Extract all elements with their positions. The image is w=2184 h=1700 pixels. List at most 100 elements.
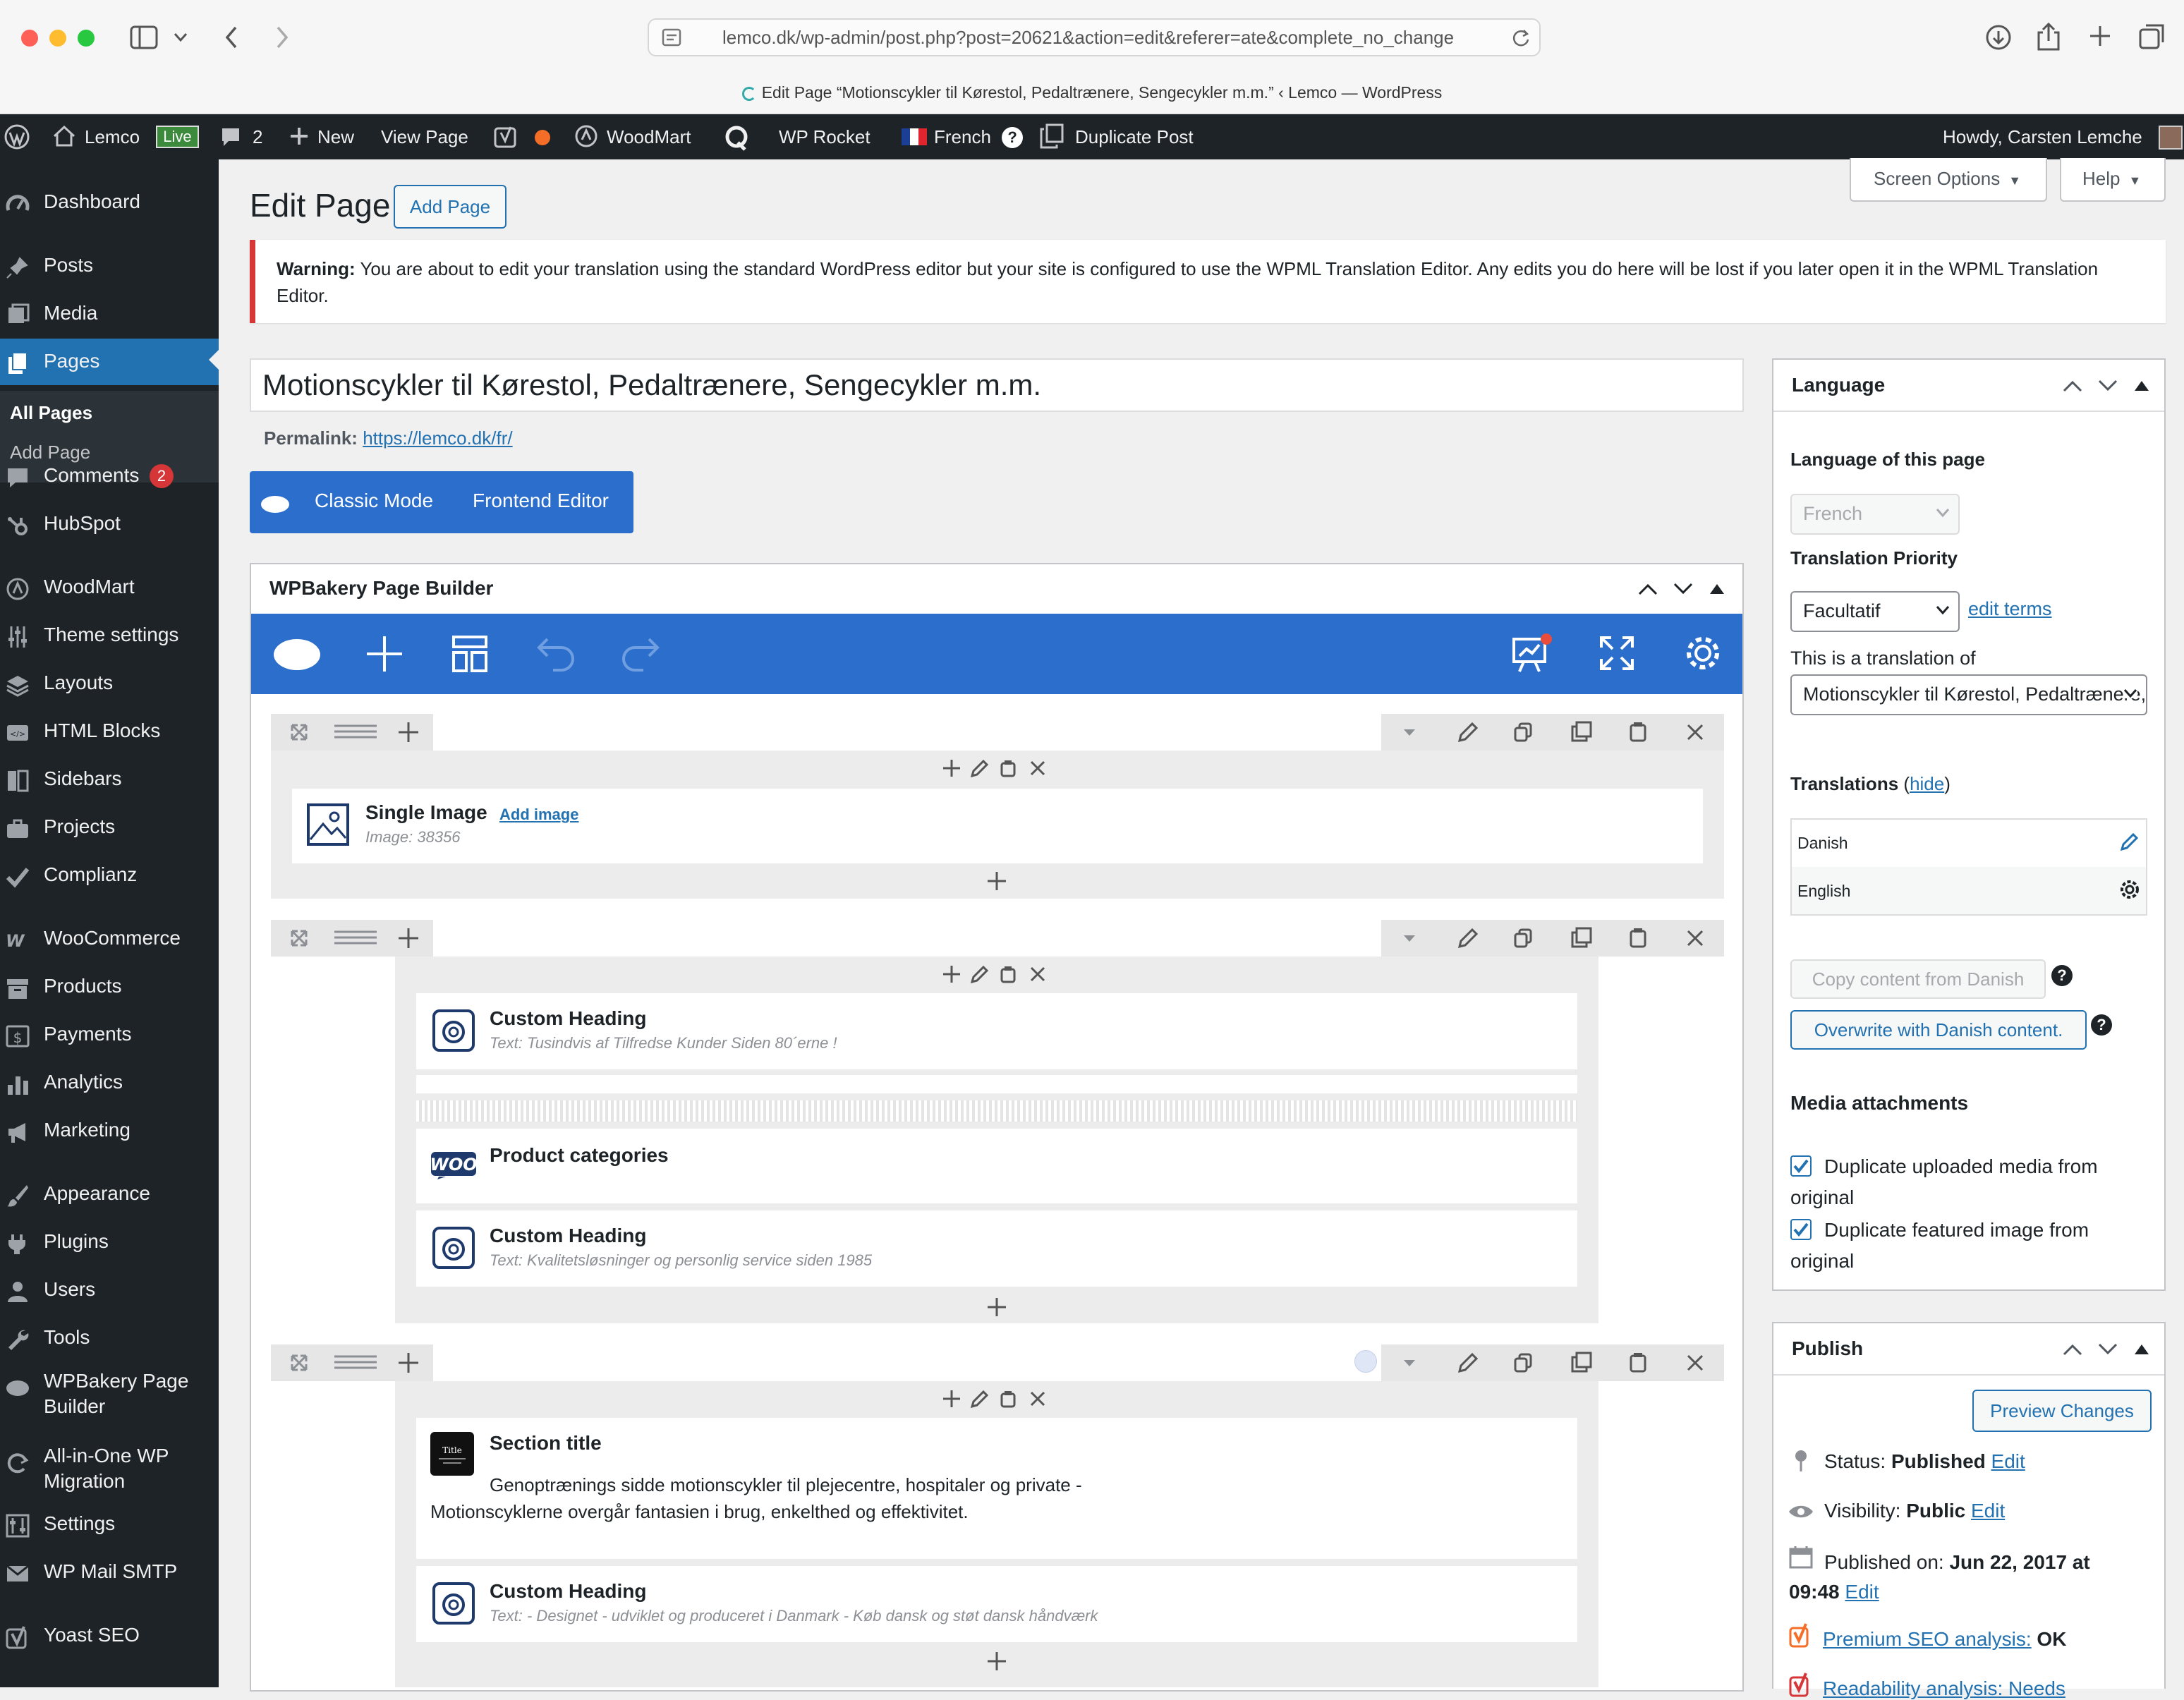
custom-heading-element[interactable]: Custom Heading Text: Tusindvis af Tilfre… (416, 993, 1577, 1069)
delete-row-icon[interactable] (1667, 1344, 1723, 1381)
custom-heading-element[interactable]: Custom Heading Text: - Designet - udvikl… (416, 1566, 1577, 1642)
language-select[interactable]: French (1790, 494, 1960, 535)
add-column-icon[interactable] (384, 1344, 440, 1381)
sidebar-item-wp-mail-smtp[interactable]: WP Mail SMTP (0, 1549, 219, 1596)
move-up-icon[interactable] (2063, 1343, 2082, 1356)
custom-heading-element[interactable]: Custom Heading Text: Kvalitetsløsninger … (416, 1210, 1577, 1287)
copy-row-icon[interactable] (1496, 714, 1552, 751)
seo-preview-icon[interactable] (1511, 632, 1553, 674)
copy-row-icon[interactable] (1496, 1344, 1552, 1381)
add-page-button[interactable]: Add Page (394, 185, 506, 229)
screen-options-button[interactable]: Screen Options ▼ (1850, 158, 2047, 202)
preview-changes-button[interactable]: Preview Changes (1972, 1390, 2152, 1432)
adminbar-comments[interactable]: 2 (220, 114, 262, 159)
adminbar-new[interactable]: New (289, 114, 354, 159)
drag-row-icon[interactable] (327, 920, 384, 957)
page-settings-icon[interactable] (1683, 633, 1723, 673)
paste-row-icon[interactable] (1553, 1344, 1609, 1381)
copy-row-icon[interactable] (1496, 920, 1552, 957)
add-element-icon[interactable] (941, 758, 962, 779)
move-up-icon[interactable] (1638, 583, 1658, 595)
address-bar[interactable]: lemco.dk/wp-admin/post.php?post=20621&ac… (648, 18, 1541, 56)
delete-row-icon[interactable] (1667, 920, 1723, 957)
edit-row-icon[interactable] (1438, 920, 1495, 957)
section-title-element[interactable]: Title Section title Genoptrænings sidde … (416, 1418, 1577, 1559)
empty-space-element[interactable] (416, 1075, 1577, 1093)
download-icon[interactable] (1985, 24, 2012, 51)
sidebar-item-posts[interactable]: Posts (0, 243, 219, 289)
minimize-window-button[interactable] (49, 30, 66, 47)
rocket-logo-icon[interactable] (724, 124, 749, 151)
pencil-icon[interactable] (2119, 831, 2140, 852)
save-column-icon[interactable] (997, 964, 1019, 985)
close-window-button[interactable] (21, 30, 38, 47)
edit-column-icon[interactable] (969, 758, 990, 779)
submenu-all-pages[interactable]: All Pages (10, 402, 92, 424)
sidebar-item-hubspot[interactable]: HubSpot (0, 501, 219, 547)
wordpress-logo-icon[interactable] (4, 124, 30, 150)
wpbakery-logo-icon[interactable] (272, 633, 322, 673)
delete-column-icon[interactable] (1027, 1388, 1048, 1409)
sidebar-item-layouts[interactable]: Layouts (0, 660, 219, 707)
move-up-icon[interactable] (2063, 380, 2082, 392)
adminbar-view-page[interactable]: View Page (381, 114, 468, 159)
sidebar-item-comments[interactable]: Comments 2 (0, 453, 219, 499)
sidebar-item-analytics[interactable]: Analytics (0, 1060, 219, 1106)
sidebar-item-yoast-seo[interactable]: Yoast SEO (0, 1613, 219, 1659)
edit-terms-link[interactable]: edit terms (1968, 598, 2052, 620)
sidebar-item-all-in-one-wp-migration[interactable]: All-in-One WP Migration (0, 1438, 219, 1505)
sidebar-item-plugins[interactable]: Plugins (0, 1219, 219, 1265)
adminbar-site[interactable]: Lemco Live (52, 114, 199, 159)
delete-column-icon[interactable] (1027, 964, 1048, 985)
adminbar-wp-rocket[interactable]: WP Rocket (779, 114, 870, 159)
paste-row-icon[interactable] (1553, 714, 1609, 751)
save-column-icon[interactable] (997, 758, 1019, 779)
overwrite-button[interactable]: Overwrite with Danish content. (1790, 1010, 2087, 1050)
sidebar-item-settings[interactable]: Settings (0, 1501, 219, 1548)
tab-overview-icon[interactable] (2139, 23, 2167, 49)
add-element-icon[interactable] (986, 1651, 1007, 1672)
expand-row-icon[interactable] (271, 920, 327, 957)
separator-element[interactable] (416, 1100, 1577, 1122)
expand-row-icon[interactable] (271, 1344, 327, 1381)
move-down-icon[interactable] (1673, 583, 1693, 595)
translation-of-select[interactable]: Motionscykler til Kørestol, Pedaltrænere… (1790, 674, 2147, 715)
move-down-icon[interactable] (2098, 1343, 2118, 1356)
save-template-icon[interactable] (1610, 1344, 1666, 1381)
help-icon[interactable]: ? (2051, 965, 2073, 986)
templates-icon[interactable] (451, 635, 488, 673)
edit-visibility-link[interactable]: Edit (1971, 1500, 2005, 1522)
fullscreen-icon[interactable] (1598, 635, 1635, 672)
classic-mode-button[interactable]: Classic Mode (315, 490, 433, 512)
edit-row-icon[interactable] (1438, 714, 1495, 751)
sidebar-item-pages[interactable]: Pages (0, 339, 219, 385)
save-column-icon[interactable] (997, 1388, 1019, 1409)
add-column-icon[interactable] (384, 920, 440, 957)
yoast-icon[interactable] (494, 126, 518, 150)
sidebar-item-tools[interactable]: Tools (0, 1315, 219, 1361)
edit-date-link[interactable]: Edit (1845, 1581, 1879, 1603)
readability-link[interactable]: Readability analysis: Needs (1823, 1677, 2065, 1700)
move-down-icon[interactable] (2098, 380, 2118, 392)
adminbar-woodmart[interactable]: WoodMart (574, 114, 691, 159)
edit-status-link[interactable]: Edit (1991, 1450, 2025, 1472)
adminbar-howdy[interactable]: Howdy, Carsten Lemche (1943, 114, 2142, 159)
paste-row-icon[interactable] (1553, 920, 1609, 957)
tab-title[interactable]: Edit Page “Motionscykler til Kørestol, P… (0, 83, 2184, 102)
redo-icon[interactable] (621, 636, 660, 672)
copy-content-button[interactable]: Copy content from Danish (1790, 959, 2046, 999)
add-element-icon[interactable] (941, 964, 962, 985)
edit-column-icon[interactable] (969, 1388, 990, 1409)
adminbar-duplicate-post[interactable]: Duplicate Post (1040, 114, 1194, 159)
save-template-icon[interactable] (1610, 714, 1666, 751)
sidebar-item-html-blocks[interactable]: </> HTML Blocks (0, 708, 219, 755)
expand-row-icon[interactable] (271, 714, 327, 751)
zoom-window-button[interactable] (78, 30, 95, 47)
add-element-icon[interactable] (986, 1297, 1007, 1318)
sidebar-item-marketing[interactable]: Marketing (0, 1107, 219, 1154)
sidebar-item-theme-settings[interactable]: Theme settings (0, 612, 219, 659)
translation-priority-select[interactable]: Facultatif (1790, 591, 1960, 632)
sidebar-toggle-icon[interactable] (130, 25, 158, 49)
drag-row-icon[interactable] (327, 714, 384, 751)
new-tab-icon[interactable] (2088, 24, 2112, 48)
